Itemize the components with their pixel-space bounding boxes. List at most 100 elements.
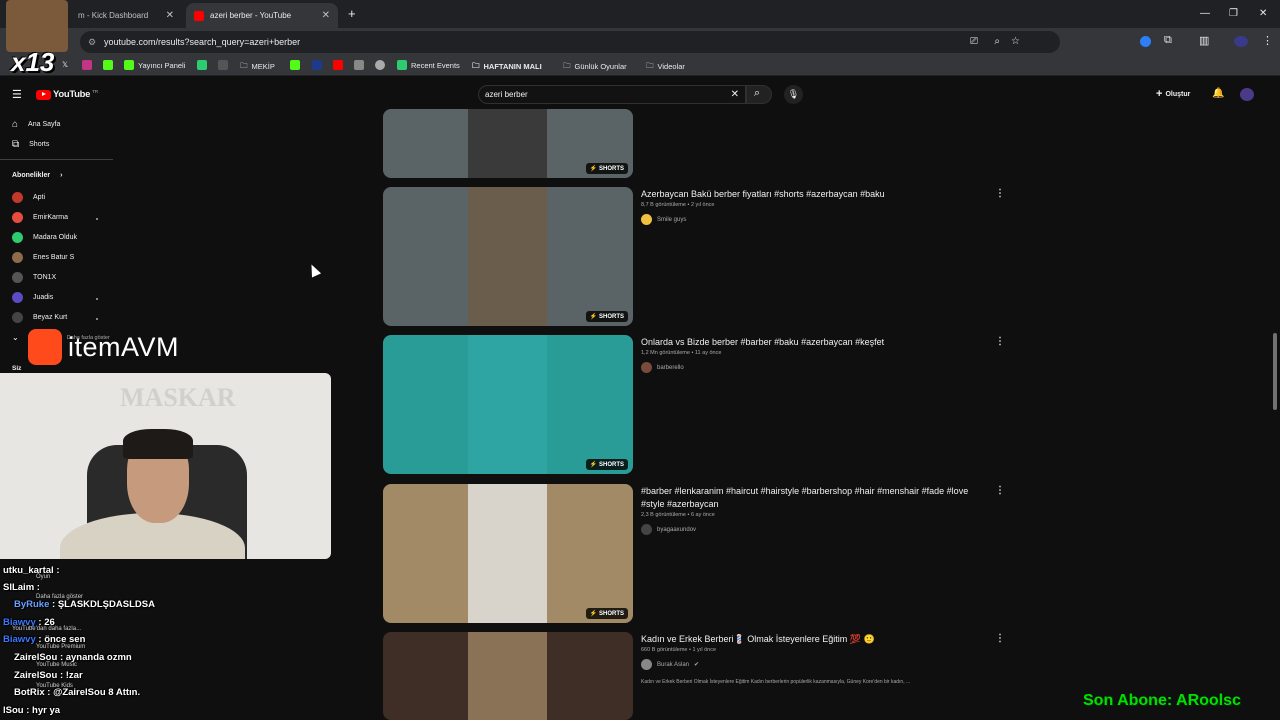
bookmark-label: Günlük Oyunlar <box>574 62 627 71</box>
youtube-logo[interactable]: YouTube TR <box>36 89 98 100</box>
new-tab-icon[interactable]: + <box>348 6 356 21</box>
voice-search-button[interactable]: 🎙 <box>784 85 803 104</box>
combo-counter: x13 <box>11 47 55 77</box>
x-bookmark-icon[interactable]: 𝕏 <box>62 60 68 69</box>
sidebar-item-subscription[interactable]: TON1X <box>12 272 56 283</box>
bookmark-label: Videolar <box>657 62 685 71</box>
home-icon: ⌂ <box>12 119 19 130</box>
channel-avatar <box>12 272 23 283</box>
sponsor-text: itemAVM <box>68 332 180 362</box>
video-title[interactable]: Onlarda vs Bizde berber #barber #baku #a… <box>641 336 981 349</box>
channel-link[interactable]: byagaaxundov <box>641 524 696 535</box>
bookmark-icon[interactable] <box>218 60 228 70</box>
sidebar-item-subscription[interactable]: Madara Olduk <box>12 232 77 243</box>
bookmark-yayinci-paneli[interactable]: Yayıncı Paneli <box>124 60 185 70</box>
channel-avatar <box>641 214 652 225</box>
create-button[interactable]: + Oluştur <box>1156 88 1190 100</box>
sidebar-item-behind-overlay: YouTube Premium <box>36 644 86 650</box>
video-title[interactable]: Azerbaycan Bakü berber fiyatları #shorts… <box>641 188 981 201</box>
video-title[interactable]: Kadın ve Erkek Berberi💈 Olmak İsteyenler… <box>641 633 981 646</box>
hamburger-menu-icon[interactable]: ☰ <box>12 88 22 101</box>
bookmark-label: Yayıncı Paneli <box>138 60 186 70</box>
search-button[interactable]: ⌕ <box>746 85 772 104</box>
tab-youtube[interactable]: azeri berber - YouTube ✕ <box>186 3 338 28</box>
create-label: Oluştur <box>1165 90 1191 98</box>
notifications-bell-icon[interactable]: 🔔 <box>1212 88 1224 99</box>
sidebar-item-home[interactable]: ⌂ Ana Sayfa <box>12 119 60 130</box>
cast-icon[interactable]: ⎚ <box>970 31 978 53</box>
video-thumbnail[interactable]: ⚡ SHORTS <box>383 187 633 326</box>
sidebar-item-subscription[interactable]: Juadis <box>12 292 53 303</box>
tab-kick-dashboard[interactable]: m - Kick Dashboard ✕ <box>70 3 182 28</box>
more-actions-icon[interactable]: ⋮ <box>995 485 1005 496</box>
video-thumbnail[interactable] <box>383 632 633 720</box>
tab-title: azeri berber - YouTube <box>210 11 292 20</box>
bookmark-mekip[interactable]: 🗀 MEKİP <box>240 60 275 73</box>
close-icon[interactable]: ✕ <box>166 10 174 21</box>
sidebar-item-subscription[interactable]: Enes Batur S <box>12 252 74 263</box>
bookmark-icon[interactable] <box>312 60 322 70</box>
bookmark-videolar[interactable]: 🗀 Videolar <box>646 60 685 73</box>
extension-icon[interactable] <box>1140 36 1151 47</box>
side-panel-icon[interactable]: ▥ <box>1199 34 1209 47</box>
bookmark-recent-events[interactable]: Recent Events <box>397 60 460 70</box>
channel-avatar <box>12 252 23 263</box>
bookmarks-bar: 𝕏 Yayıncı Paneli 🗀 MEKİP Recent Events 🗀 H… <box>0 56 1280 76</box>
account-avatar[interactable] <box>1240 88 1254 101</box>
more-actions-icon[interactable]: ⋮ <box>995 188 1005 199</box>
sidebar-you-heading[interactable]: Siz <box>12 365 21 372</box>
video-thumbnail[interactable]: ⚡ SHORTS <box>383 484 633 623</box>
video-meta: 2,3 B görüntüleme • 6 ay önce <box>641 512 715 518</box>
bookmark-gunluk-oyunlar[interactable]: 🗀 Günlük Oyunlar <box>563 60 627 73</box>
more-actions-icon[interactable]: ⋮ <box>995 336 1005 347</box>
chat-text: : <box>56 565 60 576</box>
video-meta: 8,7 B görüntüleme • 2 yıl önce <box>641 202 715 208</box>
channel-link[interactable]: barberello <box>641 362 684 373</box>
scrollbar-thumb[interactable] <box>1273 333 1277 410</box>
chat-username: SlLaim <box>3 582 35 593</box>
kick-bookmark-icon[interactable] <box>103 60 113 70</box>
kick-bookmark-icon[interactable] <box>290 60 300 70</box>
window-close-icon[interactable]: ✕ <box>1259 8 1267 19</box>
channel-avatar <box>641 524 652 535</box>
channel-link[interactable]: Burak Aslan ✔ <box>641 659 699 670</box>
sidebar-item-behind-overlay: Oyun <box>36 574 51 580</box>
profile-avatar[interactable] <box>1234 36 1248 47</box>
search-input[interactable]: azeri berber ✕ <box>478 85 746 104</box>
bookmark-label: MEKİP <box>251 62 275 71</box>
bookmark-star-icon[interactable]: ☆ <box>1011 31 1020 53</box>
bookmark-icon[interactable] <box>197 60 207 70</box>
clear-search-icon[interactable]: ✕ <box>731 86 739 103</box>
extensions-puzzle-icon[interactable]: ⧉ <box>1164 34 1172 47</box>
video-thumbnail[interactable]: ⚡ SHORTS <box>383 109 633 178</box>
shorts-badge: ⚡ SHORTS <box>585 163 628 174</box>
sidebar-item-subscription[interactable]: Beyaz Kurt <box>12 312 67 323</box>
restore-icon[interactable]: ❐ <box>1229 8 1238 19</box>
channel-avatar <box>12 312 23 323</box>
bookmark-icon[interactable] <box>354 60 364 70</box>
bookmark-icon[interactable] <box>375 60 385 70</box>
sidebar-item-subscription[interactable]: Apti <box>12 192 45 203</box>
video-title[interactable]: #barber #lenkaranim #haircut #hairstyle … <box>641 485 981 511</box>
sidebar-item-subscription[interactable]: EmirKarma <box>12 212 68 223</box>
bookmark-haftanin-mali[interactable]: 🗀 HAFTANIN MALI <box>472 60 542 73</box>
youtube-bookmark-icon[interactable] <box>333 60 343 70</box>
bookmark-label: Recent Events <box>411 60 460 70</box>
zoom-icon[interactable]: ⌕ <box>994 31 1000 53</box>
video-thumbnail[interactable]: ⚡ SHORTS <box>383 335 633 474</box>
video-meta: 1,2 Mn görüntüleme • 11 ay önce <box>641 350 722 356</box>
site-info-icon[interactable]: ⚙ <box>88 31 96 53</box>
browser-menu-icon[interactable]: ⋮ <box>1262 34 1273 47</box>
subscriptions-heading[interactable]: Abonelikler › <box>12 172 62 179</box>
sidebar-item-shorts[interactable]: ⧉ Shorts <box>12 139 49 150</box>
instagram-bookmark-icon[interactable] <box>82 60 92 70</box>
close-icon[interactable]: ✕ <box>322 10 330 21</box>
url-bar[interactable]: ⚙ youtube.com/results?search_query=azeri… <box>80 31 1060 53</box>
sidebar-item-label: TON1X <box>33 274 57 281</box>
channel-link[interactable]: Smile guys <box>641 214 686 225</box>
sidebar-item-label: Shorts <box>29 141 50 148</box>
minimize-icon[interactable]: — <box>1200 8 1210 19</box>
sidebar-item-label: Juadis <box>33 294 54 301</box>
chat-text: : ŞLASKDLŞDASLDSA <box>52 599 155 610</box>
more-actions-icon[interactable]: ⋮ <box>995 633 1005 644</box>
